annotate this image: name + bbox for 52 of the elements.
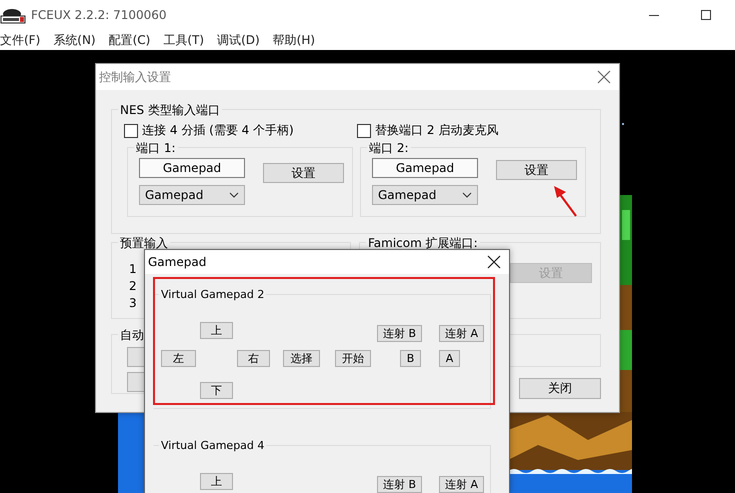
device-dropdown[interactable]: Gamepad — [139, 185, 245, 205]
checkbox[interactable] — [357, 124, 371, 138]
checkbox-label: 替换端口 2 启动麦克风 — [375, 122, 498, 139]
arrow-icon — [551, 184, 579, 218]
group-label: 自动 — [118, 328, 146, 342]
maximize-icon — [701, 10, 711, 20]
menu-item[interactable]: 帮助(H) — [272, 32, 316, 48]
checkbox-label: 连接 4 分插 (需要 4 个手柄) — [142, 122, 294, 139]
button[interactable]: 连射 A — [439, 325, 484, 342]
menu-item[interactable]: 工具(T) — [163, 32, 204, 48]
preset-number: 2 — [129, 279, 137, 293]
button[interactable]: 右 — [237, 350, 270, 367]
button[interactable]: 连射 B — [377, 325, 422, 342]
menu-item[interactable]: 调试(D) — [217, 32, 260, 48]
button[interactable]: 设置 — [496, 160, 577, 180]
group-label: 预置输入 — [118, 236, 170, 250]
dialog-title: 控制输入设置 — [99, 68, 171, 86]
group-label: NES 类型输入端口 — [118, 103, 222, 117]
button[interactable] — [127, 347, 145, 367]
button[interactable]: 连射 A — [439, 476, 484, 493]
button[interactable]: 左 — [161, 350, 196, 367]
button[interactable]: B — [400, 350, 421, 367]
close-icon — [597, 70, 611, 84]
close-icon — [487, 255, 501, 269]
window-title: FCEUX 2.2.2: 7100060 — [31, 8, 167, 22]
dialog-title: Gamepad — [148, 255, 206, 269]
menu-item[interactable]: 文件(F) — [0, 32, 40, 48]
caret-icon — [462, 192, 472, 198]
preset-number: 1 — [129, 262, 137, 276]
group-label: 端口 2: — [367, 141, 410, 155]
group-label: Famicom 扩展端口: — [366, 236, 480, 250]
button[interactable]: A — [439, 350, 460, 367]
button[interactable] — [127, 372, 145, 392]
button[interactable]: 关闭 — [519, 378, 601, 399]
button[interactable]: 上 — [200, 473, 233, 490]
button[interactable]: 下 — [200, 382, 233, 399]
button[interactable]: 连射 B — [377, 476, 422, 493]
button[interactable]: 选择 — [283, 350, 320, 367]
group-label: 端口 1: — [134, 141, 178, 155]
menu-item[interactable]: 系统(N) — [53, 32, 96, 48]
device-field: Gamepad — [139, 158, 245, 178]
preset-number: 3 — [129, 296, 137, 310]
button[interactable]: 设置 — [263, 163, 344, 183]
group-label: Virtual Gamepad 4 — [159, 439, 266, 453]
checkbox[interactable] — [124, 124, 138, 138]
device-dropdown[interactable]: Gamepad — [372, 185, 478, 205]
button[interactable]: 开始 — [335, 350, 371, 367]
group-label: Virtual Gamepad 2 — [159, 288, 266, 302]
caret-icon — [229, 192, 239, 198]
button[interactable]: 上 — [200, 322, 233, 339]
device-field: Gamepad — [372, 158, 478, 178]
menu-item[interactable]: 配置(C) — [108, 32, 150, 48]
